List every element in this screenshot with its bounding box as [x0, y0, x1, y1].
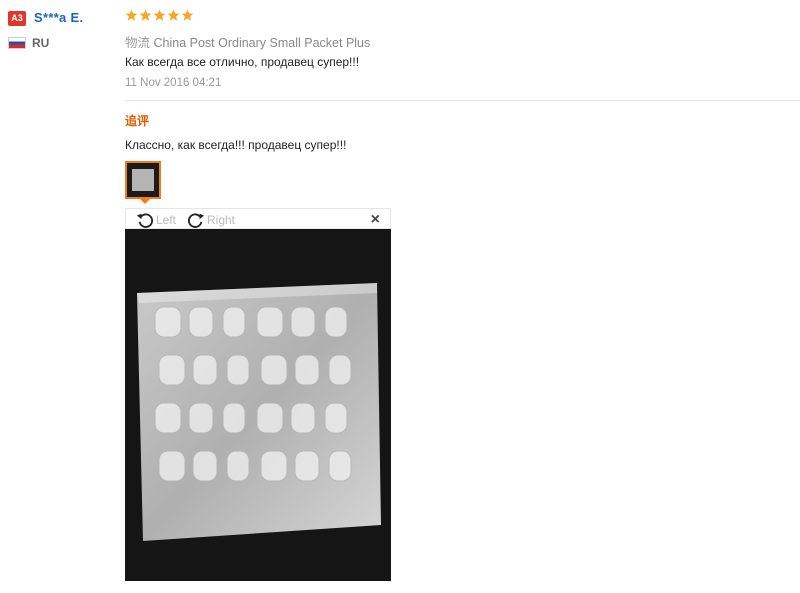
adhesive-tab	[290, 402, 316, 434]
photo-thumbnail[interactable]	[125, 161, 161, 199]
divider	[125, 100, 800, 101]
rotate-left-icon	[136, 213, 153, 228]
close-icon[interactable]: ×	[371, 210, 380, 230]
star-icon	[139, 9, 152, 21]
shipping-info: 物流 China Post Ordinary Small Packet Plus	[125, 32, 370, 51]
reviewer-name[interactable]: S***a E.	[34, 10, 83, 25]
review-date: 11 Nov 2016 04:21	[125, 77, 222, 89]
adhesive-tab	[256, 306, 284, 338]
review-text: Как всегда все отлично, продавец супер!!…	[125, 55, 360, 69]
thumbnail-caret	[140, 199, 150, 204]
adhesive-tab	[154, 306, 182, 338]
adhesive-tab	[222, 306, 246, 338]
adhesive-tab	[260, 450, 288, 482]
adhesive-tab	[324, 306, 348, 338]
adhesive-tab	[192, 354, 218, 386]
rotate-right-icon	[188, 213, 205, 228]
adhesive-tab	[260, 354, 288, 386]
adhesive-tab	[294, 354, 320, 386]
adhesive-tab	[192, 450, 218, 482]
adhesive-tab	[188, 306, 214, 338]
rotate-left-button[interactable]: Left	[136, 209, 176, 230]
rotate-right-button[interactable]: Right	[187, 209, 235, 230]
adhesive-tab	[324, 402, 348, 434]
followup-text: Классно, как всегда!!! продавец супер!!!	[125, 138, 347, 152]
shipping-method: China Post Ordinary Small Packet Plus	[153, 36, 371, 50]
photo-content	[125, 229, 391, 581]
adhesive-tab	[256, 402, 284, 434]
adhesive-tab	[328, 354, 352, 386]
adhesive-tab	[188, 402, 214, 434]
star-icon	[125, 9, 138, 21]
adhesive-tab	[290, 306, 316, 338]
adhesive-tab	[158, 450, 186, 482]
followup-label: 追评	[125, 114, 150, 128]
shipping-label: 物流	[125, 36, 151, 50]
adhesive-tab	[226, 354, 250, 386]
star-icon	[181, 9, 194, 21]
reviewer-country: RU	[32, 36, 50, 50]
adhesive-tab	[222, 402, 246, 434]
rotate-left-label: Left	[156, 212, 177, 227]
review-photo	[125, 229, 391, 581]
rotate-right-label: Right	[207, 212, 236, 227]
star-icon	[167, 9, 180, 21]
image-viewer-toolbar: Left Right ×	[125, 208, 391, 229]
adhesive-tab	[154, 402, 182, 434]
star-icon	[153, 9, 166, 21]
adhesive-tab	[328, 450, 352, 482]
rating-stars	[125, 9, 194, 22]
reviewer-level-badge: A3	[8, 11, 26, 26]
adhesive-tab	[226, 450, 250, 482]
russia-flag-icon	[8, 37, 26, 49]
adhesive-tab	[158, 354, 186, 386]
adhesive-tab	[294, 450, 320, 482]
